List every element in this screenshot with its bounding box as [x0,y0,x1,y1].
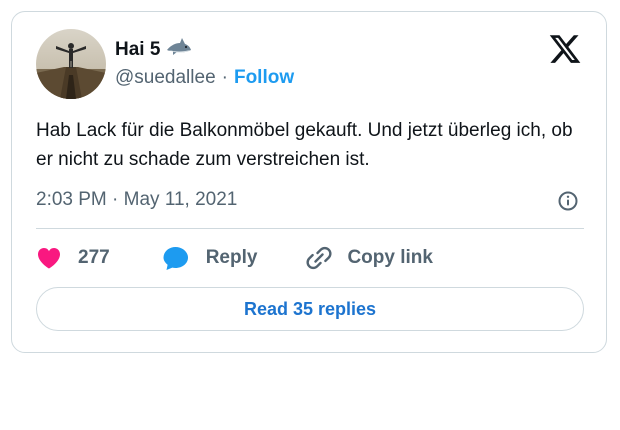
shark-icon [166,37,192,63]
tweet-text: Hab Lack für die Balkonmöbel gekauft. Un… [36,120,573,170]
x-logo-icon[interactable] [548,32,582,66]
handle[interactable]: @suedallee [115,67,216,89]
timestamp[interactable]: 2:03 PM · May 11, 2021 [36,189,237,211]
separator-dot: · [221,67,228,88]
action-bar: 277 Reply Copy link [36,243,433,273]
like-count: 277 [78,247,110,268]
display-name[interactable]: Hai 5 [115,39,160,61]
reply-label: Reply [205,247,258,268]
handle-row: @suedallee · Follow [115,67,294,89]
author-name-row[interactable]: Hai 5 [115,37,192,63]
avatar[interactable] [36,29,106,99]
heart-icon [36,246,62,270]
like-button[interactable]: 277 [36,246,110,270]
read-replies-label: Read 35 replies [243,298,377,319]
divider [36,228,584,229]
link-icon [305,244,333,272]
reply-button[interactable]: Reply [146,245,258,271]
reply-bubble-icon [162,245,190,271]
copy-link-label: Copy link [347,247,433,268]
tweet-card: Hai 5 @suedallee · Follow Hab Lack für d… [11,11,607,353]
read-replies-button[interactable]: Read 35 replies [36,287,584,331]
follow-button[interactable]: Follow [234,67,294,89]
info-icon[interactable] [557,190,579,212]
copy-link-button[interactable]: Copy link [291,244,433,272]
